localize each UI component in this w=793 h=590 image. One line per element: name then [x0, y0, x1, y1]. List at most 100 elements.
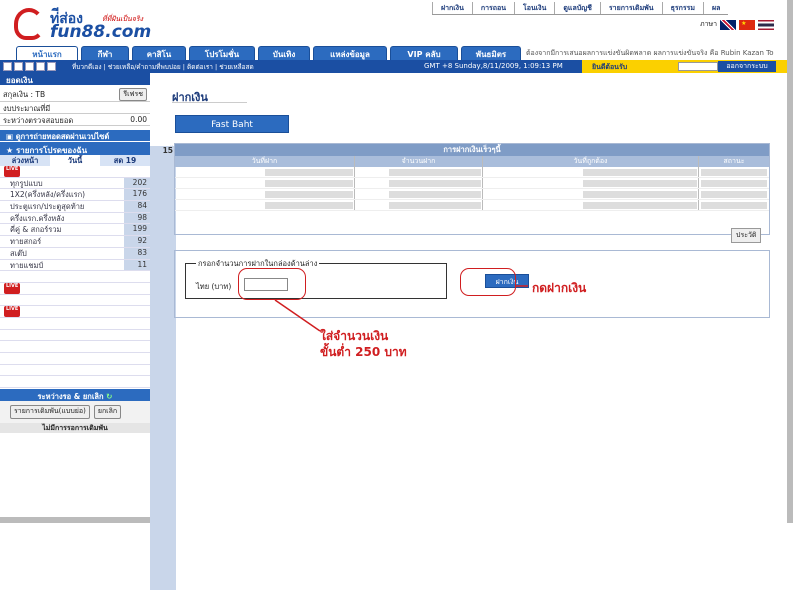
currency-row: สกุลเงิน : TB รีเฟรช — [0, 85, 150, 102]
sport-count: 83 — [124, 247, 150, 259]
sport-item[interactable]: อเมริกันฟุตบอล12 — [0, 146, 787, 590]
top-link-deposit[interactable]: ฝากเงิน — [432, 2, 472, 14]
sport-name: ทุกรูปแบบ — [0, 177, 124, 189]
sport-item[interactable]: บาสเกตบอลLIVE39 — [0, 146, 787, 590]
top-link-withdraw[interactable]: การถอน — [471, 2, 514, 14]
top-link-account[interactable]: ดูแลบัญชี — [554, 2, 600, 14]
uk-flag-icon[interactable] — [720, 19, 737, 30]
live-badge-icon: LIVE — [4, 166, 21, 177]
sport-item[interactable]: คี่คู่ & สกอร์รวม 199 — [0, 224, 150, 237]
balance-header: ยอดเงิน — [0, 73, 150, 85]
sport-item[interactable]: 1X2(ครึ่งหลัง/ครึ่งแรก) 176 — [0, 189, 150, 202]
nav-tab-promotions[interactable]: โปรโมชั่น — [189, 46, 255, 60]
cancel-button[interactable]: ยกเลิก — [93, 405, 122, 420]
sport-count: 202 — [124, 177, 150, 189]
sport-item[interactable]: ม้าแข่ง — [0, 146, 787, 590]
china-flag-icon[interactable] — [739, 19, 756, 30]
annotation-minimum: ขั้นต่ำ 250 บาท — [320, 345, 407, 359]
sport-count: 199 — [124, 224, 150, 236]
sport-item[interactable]: ทายสกอร์ 92 — [0, 236, 150, 248]
live-stream-label: ดูการถ่ายทอดสดผ่านเวปไซต์ — [15, 132, 110, 141]
nav-tab-vip[interactable]: VIP คลับ — [390, 46, 458, 60]
sidebar: ยอดเงิน สกุลเงิน : TB รีเฟรช งบประมาณที่… — [0, 73, 787, 590]
sports-list: ฟุตบอลLIVE213ทุกรูปแบบ2021X2(ครึ่งหลัง/ค… — [0, 146, 787, 590]
sport-item[interactable]: วอลเลย์บอล11 — [0, 146, 787, 590]
top-link-results[interactable]: ผล — [703, 2, 728, 14]
monitor-icon: ▣ — [6, 132, 16, 141]
sport-name: ครึ่งแรก.ครึ่งหลัง — [0, 212, 124, 224]
mail-icon[interactable] — [14, 62, 23, 71]
main-nav: หน้าแรก กีฬา คาสิโน โปรโมชั่น บันเทิง แห… — [16, 46, 524, 60]
welcome-label: ยินดีต้อนรับ — [592, 63, 628, 71]
welcome-bar: ยินดีต้อนรับ ออกจากระบบ — [582, 60, 787, 73]
news-marquee: ต้องจากมีการเสนอผลการแข่งขันผิดพลาด ผลกา… — [526, 49, 774, 57]
bookmark-icon[interactable] — [36, 62, 45, 71]
sport-item[interactable]: ทายแชมป์ 11 — [0, 259, 150, 272]
help-icon[interactable] — [47, 62, 56, 71]
pending-value: 0.00 — [130, 115, 147, 124]
budget-row: งบประมาณที่มี — [0, 102, 150, 114]
sport-item[interactable]: ฮ็อกกี้น้ำแข็งLIVE3 — [0, 146, 787, 590]
favorites-title: รายการโปรดของฉัน — [15, 146, 88, 155]
sport-count: 176 — [124, 189, 150, 201]
logout-button[interactable]: ออกจากระบบ — [718, 61, 776, 72]
bet-list-button[interactable]: รายการเดิมพัน(แบบย่อ) — [10, 405, 90, 420]
sport-item[interactable]: กีฬายานยนต์11 — [0, 146, 787, 590]
server-datetime: GMT +8 Sunday,8/11/2009, 1:09:13 PM — [424, 62, 563, 70]
sport-name: ทายแชมป์ — [0, 259, 124, 271]
print-icon[interactable] — [25, 62, 34, 71]
star-icon: ★ — [6, 146, 16, 155]
sports-tabs: ล่วงหน้า วันนี้ สด 19 — [0, 155, 150, 166]
pending-cancel-header: ระหว่างรอ & ยกเลิก ↻ — [0, 388, 150, 402]
sport-item[interactable]: สเต๊ป 83 — [0, 247, 150, 260]
sport-item[interactable]: ฟุตบอลLIVE213 — [0, 146, 787, 590]
refresh-button[interactable]: รีเฟรช — [119, 88, 147, 101]
main-content: ฝากเงิน Fast Baht การฝากเงินเร็วๆนี้ วัน… — [150, 73, 787, 517]
top-link-transactions[interactable]: ธุรกรรม — [661, 2, 703, 14]
sport-name: 1X2(ครึ่งหลัง/ครึ่งแรก) — [0, 189, 124, 201]
tab-today[interactable]: วันนี้ — [50, 155, 100, 166]
top-link-bet-list[interactable]: รายการเดิมพัน — [599, 2, 662, 14]
annotation-arrows — [274, 285, 528, 332]
sport-item[interactable]: ประตูแรก/ประตูสุดท้าย 84 — [0, 201, 150, 213]
fun88-logo[interactable]: ท่ีส่อง fun88.com ที่ที่ฝันเป็นจริง — [14, 6, 164, 44]
nav-tab-entertainment[interactable]: บันเทิง — [258, 46, 310, 60]
currency-label: สกุลเงิน : TB — [3, 90, 46, 99]
sport-item[interactable]: ทุกรูปแบบ 202 — [0, 177, 150, 190]
sport-count: 92 — [124, 236, 150, 247]
tab-early[interactable]: ล่วงหน้า — [0, 155, 50, 166]
sport-item[interactable]: ทายแชมป์15 — [0, 146, 787, 590]
sub-toolbar-links[interactable]: ที่บวกดีเอง | ช่วยเหลือ/คำถามที่พบบ่อย |… — [72, 62, 254, 72]
sport-name: ประตูแรก/ประตูสุดท้าย — [0, 201, 124, 212]
sport-name: สเต๊ป — [0, 247, 124, 259]
budget-label: งบประมาณที่มี — [3, 104, 51, 113]
sport-item[interactable]: เทนนิส15 — [0, 146, 787, 590]
pending-row: ระหว่างตรวจสอบยอด 0.00 — [0, 114, 150, 126]
toolbar-icons — [3, 62, 56, 71]
language-label: ภาษา — [700, 20, 718, 28]
nav-tab-home[interactable]: หน้าแรก — [16, 46, 78, 60]
top-link-transfer[interactable]: โอนเงิน — [514, 2, 554, 14]
sport-name: ทายสกอร์ — [0, 236, 124, 247]
nav-tab-casino[interactable]: คาสิโน — [132, 46, 186, 60]
tab-live[interactable]: สด 19 — [100, 155, 150, 166]
refresh-icon[interactable]: ↻ — [106, 392, 112, 401]
sport-item[interactable]: มวย1 — [0, 146, 787, 590]
sport-count: 11 — [124, 259, 150, 271]
home-icon[interactable] — [3, 62, 12, 71]
nav-tab-sports[interactable]: กีฬา — [81, 46, 129, 60]
top-links: ฝากเงิน การถอน โอนเงิน ดูแลบัญชี รายการเ… — [432, 2, 729, 15]
language-selector: ภาษา — [700, 19, 775, 30]
logo-text-bottom: fun88.com — [50, 22, 152, 42]
nav-tab-resources[interactable]: แหล่งข้อมูล — [313, 46, 387, 60]
thailand-flag-icon[interactable] — [758, 19, 775, 30]
sport-item[interactable]: ครึ่งแรก.ครึ่งหลัง 98 — [0, 212, 150, 225]
sport-name: คี่คู่ & สกอร์รวม — [0, 224, 124, 236]
pending-actions: รายการเดิมพัน(แบบย่อ) ยกเลิก — [0, 401, 150, 424]
sport-count: 84 — [124, 201, 150, 212]
sport-item[interactable]: บิลเลียด1 — [0, 146, 787, 590]
nav-tab-partners[interactable]: พันธมิตร — [461, 46, 521, 60]
logo-mark-icon — [14, 8, 44, 40]
live-badge-icon: LIVE — [4, 306, 21, 317]
live-stream-link[interactable]: ▣ ดูการถ่ายทอดสดผ่านเวปไซต์ — [0, 129, 150, 141]
